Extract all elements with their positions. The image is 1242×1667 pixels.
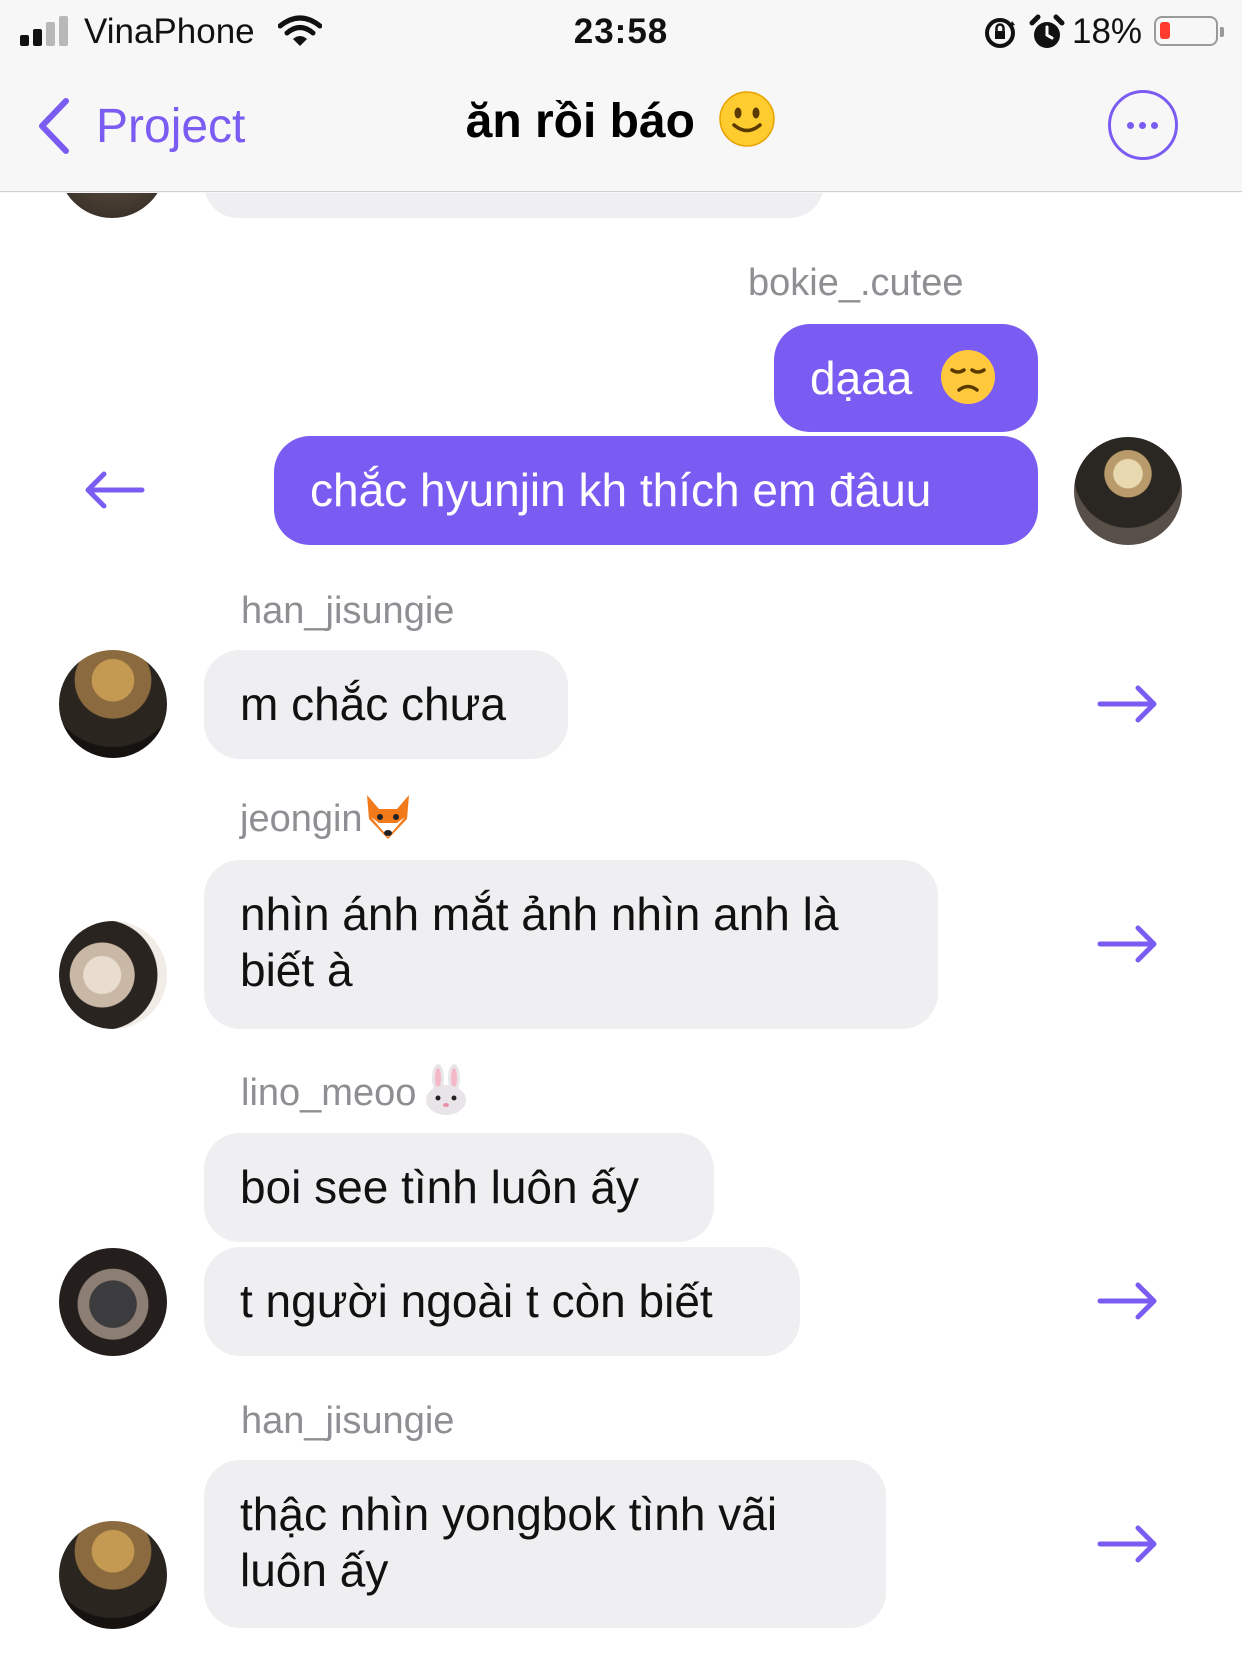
message-bubble-incoming[interactable]: m chắc chưa <box>204 650 568 759</box>
status-bar: VinaPhone 23:58 18% <box>0 0 1242 64</box>
message-bubble-incoming[interactable]: boi see tình luôn ấy <box>204 1133 714 1242</box>
orientation-lock-icon <box>985 18 1015 48</box>
message-text: thậc nhìn yongbok tình vãi luôn ấy <box>240 1488 778 1596</box>
sender-name: lino_meoo <box>241 1072 417 1114</box>
arrow-right-icon[interactable] <box>1096 1281 1160 1321</box>
arrow-right-icon[interactable] <box>1096 1524 1160 1564</box>
sender-name-row: jeongin <box>240 794 413 841</box>
avatar-han-jisungie[interactable] <box>59 1521 167 1629</box>
message-bubble-outgoing[interactable]: chắc hyunjin kh thích em đâuu <box>274 436 1038 545</box>
chat-title-text: ăn rồi báo <box>465 95 695 148</box>
more-options-button[interactable] <box>1108 90 1178 160</box>
fox-face-emoji-icon <box>366 794 409 839</box>
message-bubble-incoming[interactable]: t người ngoài t còn biết <box>204 1247 800 1356</box>
alarm-clock-icon <box>1029 14 1065 48</box>
arrow-right-icon[interactable] <box>1096 684 1160 724</box>
message-text: boi see tình luôn ấy <box>240 1161 639 1213</box>
sender-name: bokie_.cutee <box>748 262 964 304</box>
avatar-jeongin[interactable] <box>59 921 167 1029</box>
battery-icon <box>1154 16 1224 46</box>
sender-name: jeongin <box>240 798 363 840</box>
avatar-han-jisungie[interactable] <box>59 650 167 758</box>
message-text: nhìn ánh mắt ảnh nhìn anh là biết à <box>240 888 839 996</box>
sender-name: han_jisungie <box>241 1400 455 1442</box>
message-text: m chắc chưa <box>240 678 507 730</box>
message-bubble-incoming[interactable]: nhìn ánh mắt ảnh nhìn anh là biết à <box>204 860 938 1029</box>
rabbit-face-emoji-icon <box>426 1063 467 1115</box>
smiling-face-emoji-icon <box>719 91 776 148</box>
avatar-self[interactable] <box>1074 437 1182 545</box>
chat-title[interactable]: ăn rồi báo <box>0 91 1242 149</box>
arrow-left-icon[interactable] <box>82 470 146 510</box>
sender-name: han_jisungie <box>241 590 455 632</box>
chat-header: Project ăn rồi báo <box>0 64 1242 192</box>
avatar-lino-meoo[interactable] <box>59 1248 167 1356</box>
sender-name-row: lino_meoo <box>241 1063 470 1116</box>
disappointed-face-emoji-icon <box>941 349 996 404</box>
message-text: t người ngoài t còn biết <box>240 1275 713 1327</box>
message-text: dạaa <box>810 352 913 404</box>
battery-percentage: 18% <box>1072 12 1143 51</box>
arrow-right-icon[interactable] <box>1096 924 1160 964</box>
message-text: chắc hyunjin kh thích em đâuu <box>310 464 932 516</box>
message-bubble-outgoing[interactable]: dạaa <box>774 324 1038 432</box>
message-bubble-incoming[interactable]: thậc nhìn yongbok tình vãi luôn ấy <box>204 1460 886 1628</box>
